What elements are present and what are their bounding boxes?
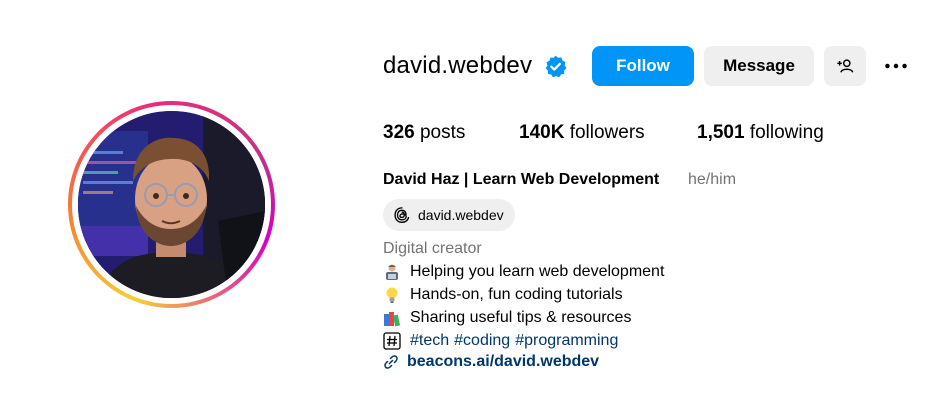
- avatar[interactable]: [78, 111, 265, 298]
- technologist-emoji-icon: [386, 264, 398, 280]
- posts-count: 326: [383, 122, 415, 143]
- person-plus-icon: [837, 59, 854, 73]
- threads-icon: [394, 207, 410, 223]
- posts-label: posts: [419, 122, 466, 143]
- followers-label: followers: [569, 122, 645, 143]
- books-emoji-icon: [384, 312, 401, 327]
- avatar-image: [78, 111, 265, 298]
- profile-external-link[interactable]: beacons.ai/david.webdev: [383, 353, 599, 371]
- followers-count: 140K: [519, 122, 565, 143]
- avatar-story-ring[interactable]: [68, 101, 275, 308]
- bio-line-3: Sharing useful tips & resources: [383, 309, 631, 327]
- more-options-button[interactable]: [878, 46, 914, 86]
- bio-text-1: Helping you learn web development: [410, 263, 665, 280]
- threads-link-button[interactable]: david.webdev: [383, 199, 515, 231]
- followers-stat[interactable]: 140K followers: [519, 122, 645, 144]
- profile-pronouns: he/him: [688, 171, 737, 188]
- message-button[interactable]: Message: [704, 46, 814, 86]
- profile-username: david.webdev: [383, 52, 533, 79]
- threads-handle: david.webdev: [418, 207, 504, 223]
- light-bulb-emoji-icon: [386, 287, 398, 303]
- more-options-icon: [885, 63, 907, 69]
- posts-stat: 326 posts: [383, 122, 465, 144]
- following-label: following: [749, 122, 824, 143]
- profile-category: Digital creator: [383, 240, 482, 257]
- hash-keycap-icon: [383, 332, 401, 350]
- bio-hashtags: #tech #coding #programming: [383, 332, 618, 350]
- bio-line-1: Helping you learn web development: [383, 263, 664, 281]
- following-count: 1,501: [697, 122, 745, 143]
- link-icon: [384, 355, 398, 369]
- follow-button[interactable]: Follow: [592, 46, 694, 86]
- external-link-text: beacons.ai/david.webdev: [407, 353, 600, 370]
- suggested-accounts-button[interactable]: [824, 46, 866, 86]
- bio-line-2: Hands-on, fun coding tutorials: [383, 286, 623, 304]
- verified-badge-icon: [545, 55, 567, 78]
- hashtag-link[interactable]: #coding: [454, 332, 510, 350]
- following-stat[interactable]: 1,501 following: [697, 122, 824, 144]
- profile-full-name: David Haz | Learn Web Development: [383, 171, 660, 188]
- bio-text-2: Hands-on, fun coding tutorials: [410, 286, 623, 303]
- hashtag-link[interactable]: #programming: [515, 332, 618, 350]
- bio-text-3: Sharing useful tips & resources: [410, 309, 632, 326]
- hashtag-link[interactable]: #tech: [410, 332, 449, 350]
